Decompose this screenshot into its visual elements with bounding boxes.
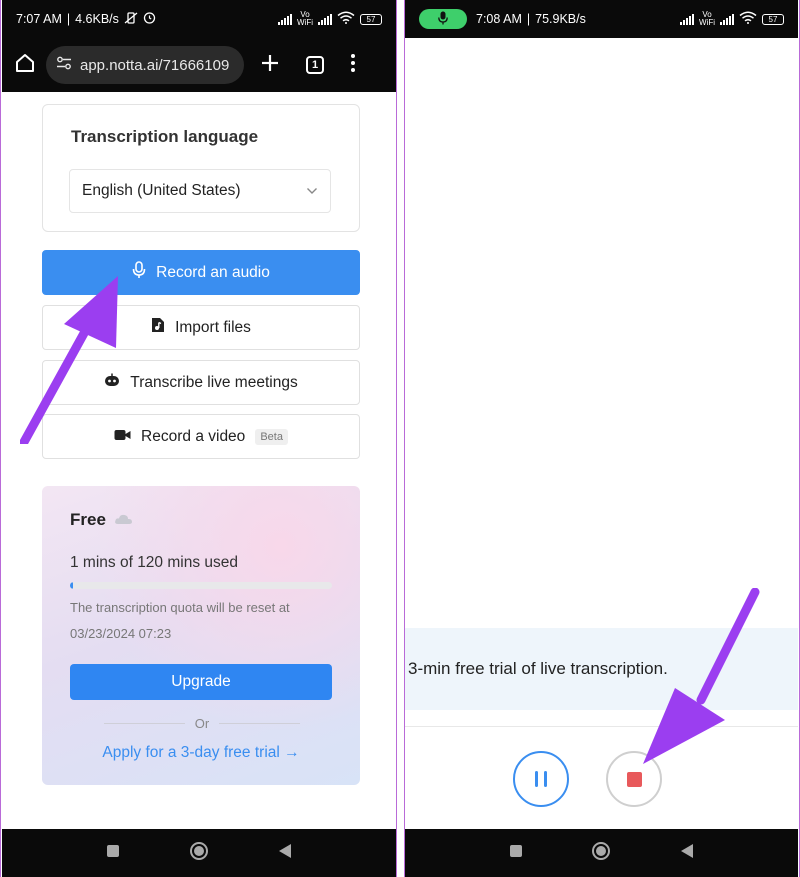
right-phone-screen: 7:08 AM | 75.9KB/s Vo WiFi 57 3-min free …: [405, 0, 798, 877]
pause-button[interactable]: [513, 751, 569, 807]
network-speed: 75.9KB/s: [535, 12, 586, 26]
music-file-icon: [151, 317, 165, 338]
button-label: Record a video: [141, 427, 246, 445]
battery-icon: 57: [762, 13, 784, 25]
beta-badge: Beta: [255, 428, 288, 445]
android-nav-bar: [2, 829, 396, 877]
stop-button[interactable]: [606, 751, 662, 807]
address-bar[interactable]: app.notta.ai/71666109: [46, 46, 244, 84]
or-divider: Or: [104, 716, 301, 731]
screenshot-root: 7:07 AM | 4.6KB/s Vo WiFi 57 app.notta.a…: [0, 0, 800, 877]
video-camera-icon: [114, 428, 131, 446]
reset-note: The transcription quota will be reset at: [70, 600, 290, 615]
volte-wifi-label: Vo WiFi: [699, 10, 715, 27]
transcribe-live-meetings-button[interactable]: Transcribe live meetings: [42, 360, 360, 405]
or-label: Or: [194, 716, 210, 731]
recents-square-icon[interactable]: [106, 844, 120, 863]
home-icon[interactable]: [14, 52, 36, 79]
reset-date: 03/23/2024 07:23: [70, 626, 172, 641]
signal-icon: [318, 13, 332, 25]
url-text: app.notta.ai/71666109: [80, 56, 230, 74]
vibrate-off-icon: [124, 11, 138, 27]
signal-icon: [278, 13, 292, 25]
plan-name: Free: [70, 510, 106, 529]
pause-icon: [535, 771, 547, 787]
microphone-icon: [438, 11, 448, 28]
frame-border: [396, 0, 397, 877]
free-trial-link[interactable]: Apply for a 3-day free trial →: [42, 744, 360, 762]
wifi-icon: [337, 11, 355, 27]
back-triangle-icon[interactable]: [680, 843, 694, 864]
transcription-language-card: Transcription language English (United S…: [42, 104, 360, 232]
network-speed: 4.6KB/s: [75, 12, 119, 26]
trial-banner: 3-min free trial of live transcription.: [405, 628, 798, 710]
status-bar: 7:08 AM | 75.9KB/s Vo WiFi 57: [405, 0, 798, 38]
status-bar: 7:07 AM | 4.6KB/s Vo WiFi 57: [2, 0, 396, 38]
plan-cloud-icon: [114, 510, 134, 530]
stop-icon: [626, 771, 642, 787]
language-select[interactable]: English (United States): [69, 169, 331, 213]
selected-language: English (United States): [82, 182, 241, 199]
usage-progress-fill: [70, 582, 73, 589]
plan-title: Free: [70, 510, 134, 530]
back-triangle-icon[interactable]: [278, 843, 292, 864]
button-label: Record an audio: [156, 263, 270, 281]
usage-progress-bar: [70, 582, 332, 589]
status-time: 7:08 AM: [476, 12, 522, 26]
recording-indicator: [419, 9, 467, 29]
signal-icon: [720, 13, 734, 25]
banner-text: 3-min free trial of live transcription.: [408, 659, 668, 678]
volte-wifi-label: Vo WiFi: [297, 10, 313, 27]
record-video-button[interactable]: Record a video Beta: [42, 414, 360, 459]
button-label: Transcribe live meetings: [130, 373, 298, 391]
microphone-icon: [132, 261, 146, 284]
card-title: Transcription language: [71, 127, 259, 146]
site-settings-icon[interactable]: [56, 56, 72, 74]
recents-square-icon[interactable]: [509, 844, 523, 863]
home-circle-icon[interactable]: [189, 841, 209, 866]
battery-icon: 57: [360, 13, 382, 25]
left-phone-screen: 7:07 AM | 4.6KB/s Vo WiFi 57 app.notta.a…: [2, 0, 396, 877]
tab-switcher-button[interactable]: 1: [306, 56, 324, 74]
usage-text: 1 mins of 120 mins used: [70, 554, 239, 571]
button-label: Import files: [175, 318, 251, 336]
bot-icon: [104, 373, 120, 392]
signal-icon: [680, 13, 694, 25]
chevron-down-icon: [306, 182, 318, 200]
import-files-button[interactable]: Import files: [42, 305, 360, 350]
plan-card: Free 1 mins of 120 mins used The transcr…: [42, 486, 360, 785]
controls-divider: [405, 726, 798, 727]
frame-border: [0, 0, 1, 877]
new-tab-icon[interactable]: [260, 53, 280, 78]
android-nav-bar: [405, 829, 798, 877]
home-circle-icon[interactable]: [591, 841, 611, 866]
wifi-icon: [739, 11, 757, 27]
browser-toolbar: app.notta.ai/71666109 1: [2, 38, 396, 92]
record-audio-button[interactable]: Record an audio: [42, 250, 360, 295]
status-time: 7:07 AM: [16, 12, 62, 26]
more-menu-icon[interactable]: [350, 53, 356, 78]
alarm-icon: [143, 11, 156, 27]
upgrade-button[interactable]: Upgrade: [70, 664, 332, 700]
